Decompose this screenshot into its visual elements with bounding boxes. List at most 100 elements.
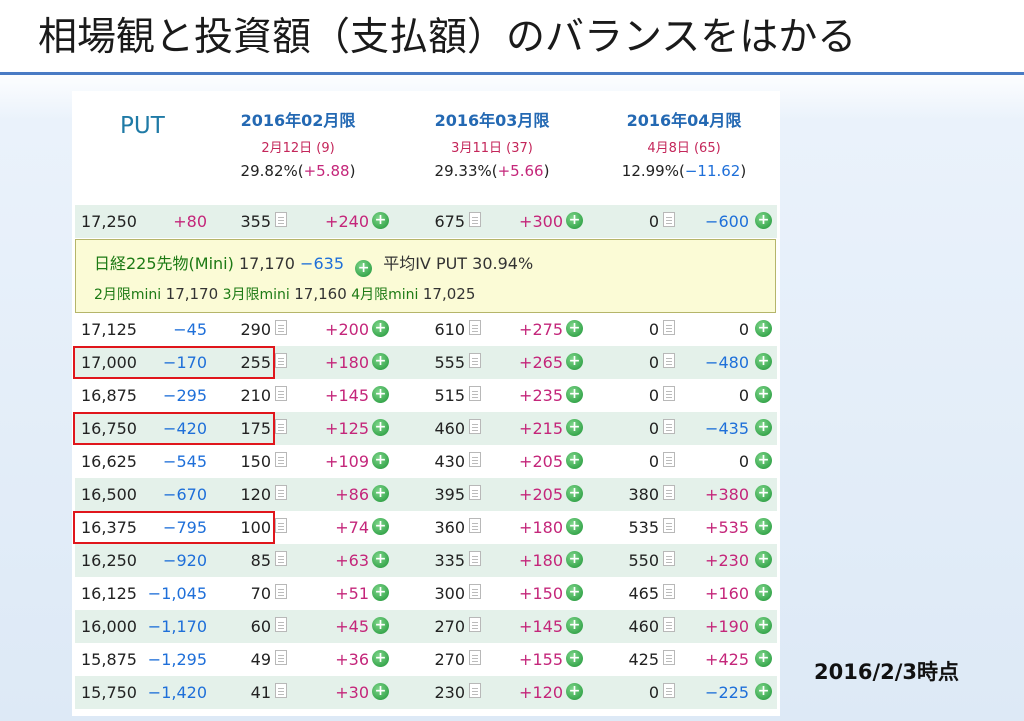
document-icon[interactable] xyxy=(469,584,481,599)
document-icon[interactable] xyxy=(469,386,481,401)
strike-price: 16,000 xyxy=(81,617,137,636)
plus-circle-icon[interactable]: + xyxy=(372,452,389,469)
strike-change: −45 xyxy=(173,320,207,339)
plus-circle-icon[interactable]: + xyxy=(566,617,583,634)
premium-change-mar: +120 xyxy=(519,683,563,702)
plus-circle-icon[interactable]: + xyxy=(755,320,772,337)
plus-circle-icon[interactable]: + xyxy=(372,584,389,601)
premium-feb: 49 xyxy=(250,650,271,669)
premium-mar: 270 xyxy=(434,650,465,669)
document-icon[interactable] xyxy=(275,584,287,599)
plus-circle-icon[interactable]: + xyxy=(566,452,583,469)
document-icon[interactable] xyxy=(275,452,287,467)
document-icon[interactable] xyxy=(469,485,481,500)
contract-month-link[interactable]: 2016年02月限 xyxy=(208,107,388,131)
document-icon[interactable] xyxy=(469,683,481,698)
document-icon[interactable] xyxy=(275,320,287,335)
document-icon[interactable] xyxy=(663,518,675,533)
document-icon[interactable] xyxy=(275,419,287,434)
document-icon[interactable] xyxy=(663,650,675,665)
premium-change-feb: +200 xyxy=(325,320,369,339)
document-icon[interactable] xyxy=(663,584,675,599)
document-icon[interactable] xyxy=(663,683,675,698)
table-row: 15,750 −1,420 41 +30 230 +120 0 −225 + + + xyxy=(75,676,777,709)
plus-circle-icon[interactable]: + xyxy=(566,650,583,667)
plus-circle-icon[interactable]: + xyxy=(372,518,389,535)
plus-circle-icon[interactable]: + xyxy=(355,260,373,277)
premium-feb: 70 xyxy=(250,584,271,603)
plus-circle-icon[interactable]: + xyxy=(755,551,772,568)
document-icon[interactable] xyxy=(275,518,287,533)
document-icon[interactable] xyxy=(275,386,287,401)
plus-circle-icon[interactable]: + xyxy=(566,518,583,535)
document-icon[interactable] xyxy=(275,353,287,368)
plus-circle-icon[interactable]: + xyxy=(755,386,772,403)
plus-circle-icon[interactable]: + xyxy=(372,650,389,667)
document-icon[interactable] xyxy=(663,353,675,368)
document-icon[interactable] xyxy=(663,551,675,566)
document-icon[interactable] xyxy=(469,617,481,632)
plus-circle-icon[interactable]: + xyxy=(566,419,583,436)
document-icon[interactable] xyxy=(275,212,287,227)
mini-label: 3月限mini xyxy=(222,287,290,303)
plus-circle-icon[interactable]: + xyxy=(566,320,583,337)
strike-change: −670 xyxy=(163,485,207,504)
plus-circle-icon[interactable]: + xyxy=(755,452,772,469)
plus-circle-icon[interactable]: + xyxy=(372,386,389,403)
plus-circle-icon[interactable]: + xyxy=(372,485,389,502)
document-icon[interactable] xyxy=(663,320,675,335)
plus-circle-icon[interactable]: + xyxy=(755,518,772,535)
iv-summary: 12.99%(−11.62) xyxy=(621,162,747,180)
contract-month-link[interactable]: 2016年04月限 xyxy=(594,107,774,131)
document-icon[interactable] xyxy=(469,353,481,368)
strike-change: −920 xyxy=(163,551,207,570)
plus-circle-icon[interactable]: + xyxy=(755,584,772,601)
document-icon[interactable] xyxy=(275,650,287,665)
document-icon[interactable] xyxy=(469,212,481,227)
document-icon[interactable] xyxy=(469,518,481,533)
plus-circle-icon[interactable]: + xyxy=(755,650,772,667)
premium-change-mar: +155 xyxy=(519,650,563,669)
premium-change-apr: +190 xyxy=(705,617,749,636)
document-icon[interactable] xyxy=(663,452,675,467)
plus-circle-icon[interactable]: + xyxy=(372,683,389,700)
avg-iv-value: 30.94% xyxy=(472,254,534,273)
plus-circle-icon[interactable]: + xyxy=(566,212,583,229)
contract-month-link[interactable]: 2016年03月限 xyxy=(402,107,582,131)
document-icon[interactable] xyxy=(663,485,675,500)
month-column-header: 2016年04月限 4月8日 (65) 12.99%(−11.62) xyxy=(594,91,774,180)
document-icon[interactable] xyxy=(275,551,287,566)
document-icon[interactable] xyxy=(275,683,287,698)
document-icon[interactable] xyxy=(469,419,481,434)
document-icon[interactable] xyxy=(275,617,287,632)
plus-circle-icon[interactable]: + xyxy=(755,683,772,700)
plus-circle-icon[interactable]: + xyxy=(755,419,772,436)
document-icon[interactable] xyxy=(469,551,481,566)
plus-circle-icon[interactable]: + xyxy=(755,353,772,370)
plus-circle-icon[interactable]: + xyxy=(372,551,389,568)
plus-circle-icon[interactable]: + xyxy=(372,617,389,634)
document-icon[interactable] xyxy=(275,485,287,500)
plus-circle-icon[interactable]: + xyxy=(566,584,583,601)
plus-circle-icon[interactable]: + xyxy=(566,551,583,568)
plus-circle-icon[interactable]: + xyxy=(566,485,583,502)
plus-circle-icon[interactable]: + xyxy=(372,419,389,436)
plus-circle-icon[interactable]: + xyxy=(755,485,772,502)
plus-circle-icon[interactable]: + xyxy=(566,683,583,700)
premium-apr: 0 xyxy=(648,212,659,231)
document-icon[interactable] xyxy=(663,212,675,227)
plus-circle-icon[interactable]: + xyxy=(755,212,772,229)
document-icon[interactable] xyxy=(469,320,481,335)
plus-circle-icon[interactable]: + xyxy=(372,212,389,229)
plus-circle-icon[interactable]: + xyxy=(566,353,583,370)
plus-circle-icon[interactable]: + xyxy=(372,353,389,370)
document-icon[interactable] xyxy=(663,419,675,434)
document-icon[interactable] xyxy=(469,452,481,467)
document-icon[interactable] xyxy=(663,617,675,632)
plus-circle-icon[interactable]: + xyxy=(372,320,389,337)
document-icon[interactable] xyxy=(469,650,481,665)
strike-change: −1,420 xyxy=(147,683,207,702)
document-icon[interactable] xyxy=(663,386,675,401)
plus-circle-icon[interactable]: + xyxy=(755,617,772,634)
plus-circle-icon[interactable]: + xyxy=(566,386,583,403)
